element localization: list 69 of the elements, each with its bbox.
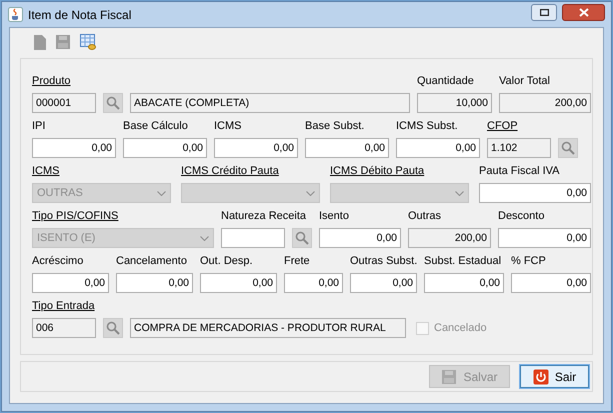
field-label: Base Cálculo (123, 119, 188, 134)
input-field[interactable]: 0,00 (284, 273, 343, 293)
input-field[interactable]: 200,00 (499, 93, 591, 113)
field-label: Acréscimo (32, 254, 84, 269)
field-label: ICMS Débito Pauta (330, 164, 424, 179)
power-icon (532, 368, 549, 384)
chevron-down-icon (157, 190, 166, 196)
chevron-down-icon (200, 236, 209, 240)
search-icon (561, 141, 575, 155)
input-field[interactable]: 0,00 (511, 273, 591, 293)
close-button[interactable] (562, 4, 605, 21)
field-label: Cancelamento (116, 254, 187, 269)
search-icon (295, 231, 309, 245)
field-label: IPI (32, 119, 46, 134)
field-label: Valor Total (499, 74, 550, 89)
search-icon (106, 96, 120, 110)
input-field[interactable] (221, 228, 285, 248)
input-field[interactable]: 0,00 (32, 273, 109, 293)
field-label: Base Subst. (305, 119, 364, 134)
input-field[interactable]: 0,00 (123, 138, 207, 158)
chevron-down-icon (455, 190, 464, 196)
input-field[interactable]: 0,00 (396, 138, 480, 158)
input-field[interactable]: 0,00 (32, 138, 116, 158)
field-label: Isento (319, 209, 349, 224)
input-field[interactable]: 10,000 (417, 93, 492, 113)
field-label: Natureza Receita (221, 209, 306, 224)
field-label: Outras (408, 209, 442, 224)
input-field[interactable]: 006 (32, 318, 96, 338)
field-label: Tipo Entrada (32, 299, 95, 314)
close-icon (578, 8, 588, 17)
input-field[interactable]: 0,00 (116, 273, 193, 293)
input-field[interactable]: 0,00 (319, 228, 401, 248)
field-label: Subst. Estadual (424, 254, 502, 269)
field-label: ICMS Crédito Pauta (181, 164, 279, 179)
input-field[interactable]: 1.102 (487, 138, 551, 158)
input-field[interactable]: 0,00 (214, 138, 298, 158)
field-label: Produto (32, 74, 71, 89)
input-field[interactable]: 0,00 (305, 138, 389, 158)
field-label: Tipo PIS/COFINS (32, 209, 118, 224)
field-label: Outras Subst. (350, 254, 418, 269)
spreadsheet-icon[interactable] (80, 34, 96, 50)
field-label: ICMS (214, 119, 242, 134)
field-label: Frete (284, 254, 310, 269)
restore-button[interactable] (531, 4, 557, 21)
coffee-cup-icon (8, 7, 23, 22)
input-field[interactable]: ABACATE (COMPLETA) (130, 93, 410, 113)
input-field[interactable]: 0,00 (479, 183, 591, 203)
input-field[interactable]: 0,00 (498, 228, 591, 248)
field-label: Quantidade (417, 74, 474, 89)
input-field[interactable]: 200,00 (408, 228, 491, 248)
field-label: Desconto (498, 209, 544, 224)
field-label: % FCP (511, 254, 546, 269)
window-title: Item de Nota Fiscal (28, 6, 132, 24)
checkbox-label: Cancelado (434, 320, 487, 336)
input-field[interactable]: COMPRA DE MERCADORIAS - PRODUTOR RURAL (130, 318, 406, 338)
input-field[interactable]: 0,00 (200, 273, 277, 293)
document-icon[interactable] (34, 34, 46, 50)
input-field[interactable]: 0,00 (350, 273, 417, 293)
restore-icon (540, 9, 548, 16)
search-icon (106, 321, 120, 335)
field-label: Pauta Fiscal IVA (479, 164, 560, 179)
field-label: ICMS Subst. (396, 119, 458, 134)
input-field[interactable]: 000001 (32, 93, 96, 113)
input-field[interactable]: 0,00 (424, 273, 504, 293)
field-label: ICMS (32, 164, 60, 179)
field-label: CFOP (487, 119, 518, 134)
chevron-down-icon (306, 190, 315, 196)
exit-button[interactable]: Sair (520, 365, 589, 388)
field-label: Out. Desp. (200, 254, 253, 269)
